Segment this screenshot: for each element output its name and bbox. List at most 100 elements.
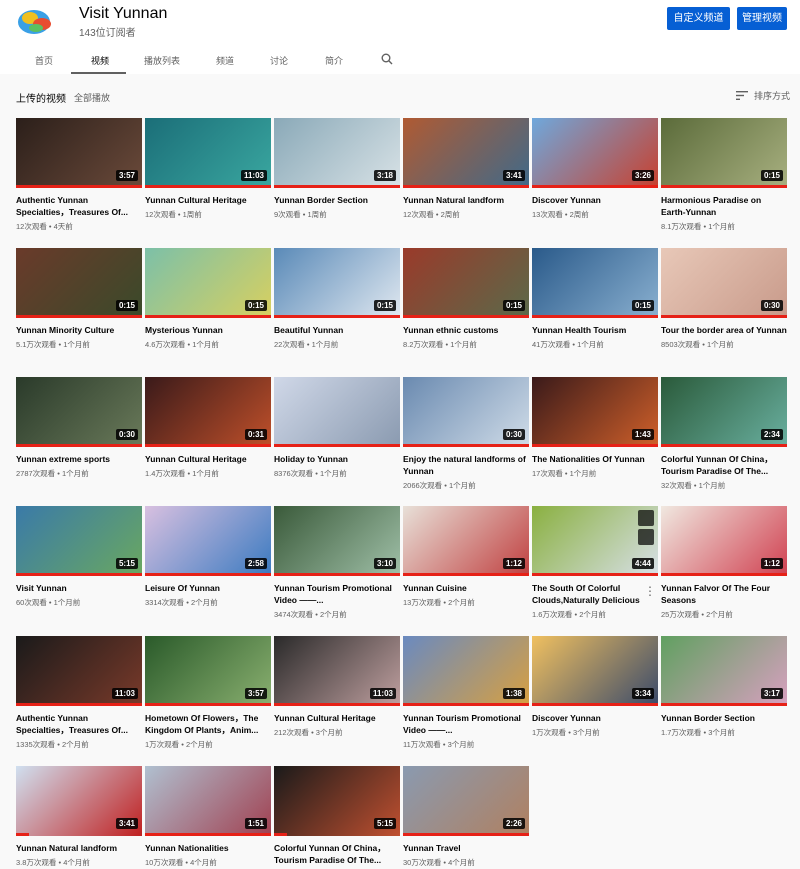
video-title[interactable]: Yunnan Border Section — [274, 194, 400, 206]
video-card[interactable]: 2:58 Leisure Of Yunnan 3314次观看 • 2个月前 — [145, 506, 271, 608]
video-thumbnail[interactable]: 11:03 — [274, 636, 400, 706]
video-card[interactable]: Holiday to Yunnan 8376次观看 • 1个月前 — [274, 377, 400, 479]
customize-channel-button[interactable]: 自定义频道 — [667, 7, 730, 30]
video-thumbnail[interactable]: 2:26 — [403, 766, 529, 836]
video-card[interactable]: 3:26 Discover Yunnan 13次观看 • 2周前 — [532, 118, 658, 220]
video-title[interactable]: Leisure Of Yunnan — [145, 582, 271, 594]
video-card[interactable]: 3:17 Yunnan Border Section 1.7万次观看 • 3个月… — [661, 636, 787, 738]
video-thumbnail[interactable]: 0:31 — [145, 377, 271, 447]
video-title[interactable]: Yunnan Falvor Of The Four Seasons — [661, 582, 787, 606]
tab-home[interactable]: 首页 — [35, 54, 53, 67]
video-thumbnail[interactable]: 3:18 — [274, 118, 400, 188]
video-card[interactable]: 3:41 Yunnan Natural landform 12次观看 • 2周前 — [403, 118, 529, 220]
video-thumbnail[interactable]: 0:15 — [16, 248, 142, 318]
video-thumbnail[interactable]: 1:12 — [403, 506, 529, 576]
video-card[interactable]: 0:15 Yunnan ethnic customs 8.2万次观看 • 1个月… — [403, 248, 529, 350]
tab-discussion[interactable]: 讨论 — [270, 54, 288, 67]
video-title[interactable]: Yunnan Tourism Promotional Video ——... — [403, 712, 529, 736]
tab-about[interactable]: 简介 — [325, 54, 343, 67]
video-title[interactable]: Holiday to Yunnan — [274, 453, 400, 465]
video-title[interactable]: Yunnan Nationalities — [145, 842, 271, 854]
video-card[interactable]: 1:51 Yunnan Nationalities 10万次观看 • 4个月前 — [145, 766, 271, 868]
video-thumbnail[interactable]: 1:38 — [403, 636, 529, 706]
video-card[interactable]: 3:57 Hometown Of Flowers，The Kingdom Of … — [145, 636, 271, 750]
video-thumbnail[interactable]: 0:15 — [274, 248, 400, 318]
video-title[interactable]: Yunnan Travel — [403, 842, 529, 854]
video-thumbnail[interactable]: 3:10 — [274, 506, 400, 576]
video-card[interactable]: 1:12 Yunnan Cuisine 13万次观看 • 2个月前 — [403, 506, 529, 608]
video-thumbnail[interactable]: 11:03 — [16, 636, 142, 706]
video-title[interactable]: Tour the border area of Yunnan — [661, 324, 787, 336]
video-thumbnail[interactable]: 1:12 — [661, 506, 787, 576]
video-card[interactable]: 3:18 Yunnan Border Section 9次观看 • 1周前 — [274, 118, 400, 220]
video-card[interactable]: 4:44 The South Of Colorful Clouds,Natura… — [532, 506, 658, 620]
video-thumbnail[interactable]: 2:58 — [145, 506, 271, 576]
video-thumbnail[interactable]: 3:17 — [661, 636, 787, 706]
video-card[interactable]: 3:34 Discover Yunnan 1万次观看 • 3个月前 — [532, 636, 658, 738]
video-card[interactable]: 5:15 Visit Yunnan 60次观看 • 1个月前 — [16, 506, 142, 608]
video-card[interactable]: 3:41 Yunnan Natural landform 3.8万次观看 • 4… — [16, 766, 142, 868]
video-thumbnail[interactable]: 11:03 — [145, 118, 271, 188]
channel-avatar[interactable] — [14, 4, 62, 40]
video-title[interactable]: Yunnan Natural landform — [403, 194, 529, 206]
video-title[interactable]: Authentic Yunnan Specialties，Treasures O… — [16, 712, 142, 736]
add-to-queue-icon[interactable] — [638, 529, 654, 545]
manage-videos-button[interactable]: 管理视频 — [737, 7, 787, 30]
video-title[interactable]: Yunnan ethnic customs — [403, 324, 529, 336]
video-title[interactable]: The Nationalities Of Yunnan — [532, 453, 658, 465]
play-all-link[interactable]: 全部播放 — [74, 91, 110, 104]
video-card[interactable]: 1:38 Yunnan Tourism Promotional Video ——… — [403, 636, 529, 750]
sort-button[interactable]: 排序方式 — [736, 89, 790, 102]
video-title[interactable]: Discover Yunnan — [532, 712, 658, 724]
video-card[interactable]: 0:15 Yunnan Health Tourism 41万次观看 • 1个月前 — [532, 248, 658, 350]
video-title[interactable]: Yunnan Border Section — [661, 712, 787, 724]
video-title[interactable]: Authentic Yunnan Specialties，Treasures O… — [16, 194, 142, 218]
video-card[interactable]: 0:15 Mysterious Yunnan 4.6万次观看 • 1个月前 — [145, 248, 271, 350]
video-card[interactable]: 0:31 Yunnan Cultural Heritage 1.4万次观看 • … — [145, 377, 271, 479]
video-title[interactable]: Yunnan Tourism Promotional Video ——... — [274, 582, 400, 606]
video-card[interactable]: 0:15 Yunnan Minority Culture 5.1万次观看 • 1… — [16, 248, 142, 350]
video-card[interactable]: 1:43 The Nationalities Of Yunnan 17次观看 •… — [532, 377, 658, 479]
video-card[interactable]: 0:30 Yunnan extreme sports 2787次观看 • 1个月… — [16, 377, 142, 479]
video-card[interactable]: 3:10 Yunnan Tourism Promotional Video ——… — [274, 506, 400, 620]
tab-channels[interactable]: 频道 — [216, 54, 234, 67]
video-thumbnail[interactable]: 3:41 — [403, 118, 529, 188]
video-card[interactable]: 0:30 Enjoy the natural landforms of Yunn… — [403, 377, 529, 491]
video-title[interactable]: Colorful Yunnan Of China，Tourism Paradis… — [274, 842, 400, 866]
video-card[interactable]: 11:03 Authentic Yunnan Specialties，Treas… — [16, 636, 142, 750]
video-thumbnail[interactable] — [274, 377, 400, 447]
video-title[interactable]: Yunnan extreme sports — [16, 453, 142, 465]
video-thumbnail[interactable]: 0:30 — [403, 377, 529, 447]
video-title[interactable]: Colorful Yunnan Of China，Tourism Paradis… — [661, 453, 787, 477]
video-thumbnail[interactable]: 0:15 — [661, 118, 787, 188]
more-actions-icon[interactable]: ⋮ — [644, 584, 656, 598]
video-card[interactable]: 2:34 Colorful Yunnan Of China，Tourism Pa… — [661, 377, 787, 491]
video-thumbnail[interactable]: 5:15 — [274, 766, 400, 836]
video-thumbnail[interactable]: 1:43 — [532, 377, 658, 447]
video-title[interactable]: Beautiful Yunnan — [274, 324, 400, 336]
video-title[interactable]: Yunnan Cuisine — [403, 582, 529, 594]
video-card[interactable]: 11:03 Yunnan Cultural Heritage 212次观看 • … — [274, 636, 400, 738]
video-title[interactable]: The South Of Colorful Clouds,Naturally D… — [532, 582, 658, 606]
video-title[interactable]: Yunnan Cultural Heritage — [274, 712, 400, 724]
video-title[interactable]: Hometown Of Flowers，The Kingdom Of Plant… — [145, 712, 271, 736]
video-title[interactable]: Yunnan Cultural Heritage — [145, 453, 271, 465]
tab-playlists[interactable]: 播放列表 — [144, 54, 180, 67]
video-thumbnail[interactable]: 4:44 — [532, 506, 658, 576]
video-thumbnail[interactable]: 3:57 — [16, 118, 142, 188]
video-thumbnail[interactable]: 3:34 — [532, 636, 658, 706]
video-card[interactable]: 3:57 Authentic Yunnan Specialties，Treasu… — [16, 118, 142, 232]
video-card[interactable]: 1:12 Yunnan Falvor Of The Four Seasons 2… — [661, 506, 787, 620]
video-title[interactable]: Yunnan Minority Culture — [16, 324, 142, 336]
video-thumbnail[interactable]: 3:57 — [145, 636, 271, 706]
video-title[interactable]: Visit Yunnan — [16, 582, 142, 594]
video-title[interactable]: Enjoy the natural landforms of Yunnan — [403, 453, 529, 477]
video-thumbnail[interactable]: 0:30 — [16, 377, 142, 447]
video-card[interactable]: 0:30 Tour the border area of Yunnan 8503… — [661, 248, 787, 350]
video-thumbnail[interactable]: 0:15 — [532, 248, 658, 318]
video-title[interactable]: Discover Yunnan — [532, 194, 658, 206]
video-card[interactable]: 2:26 Yunnan Travel 30万次观看 • 4个月前 — [403, 766, 529, 868]
search-icon[interactable] — [381, 52, 393, 65]
watch-later-icon[interactable] — [638, 510, 654, 526]
video-thumbnail[interactable]: 2:34 — [661, 377, 787, 447]
